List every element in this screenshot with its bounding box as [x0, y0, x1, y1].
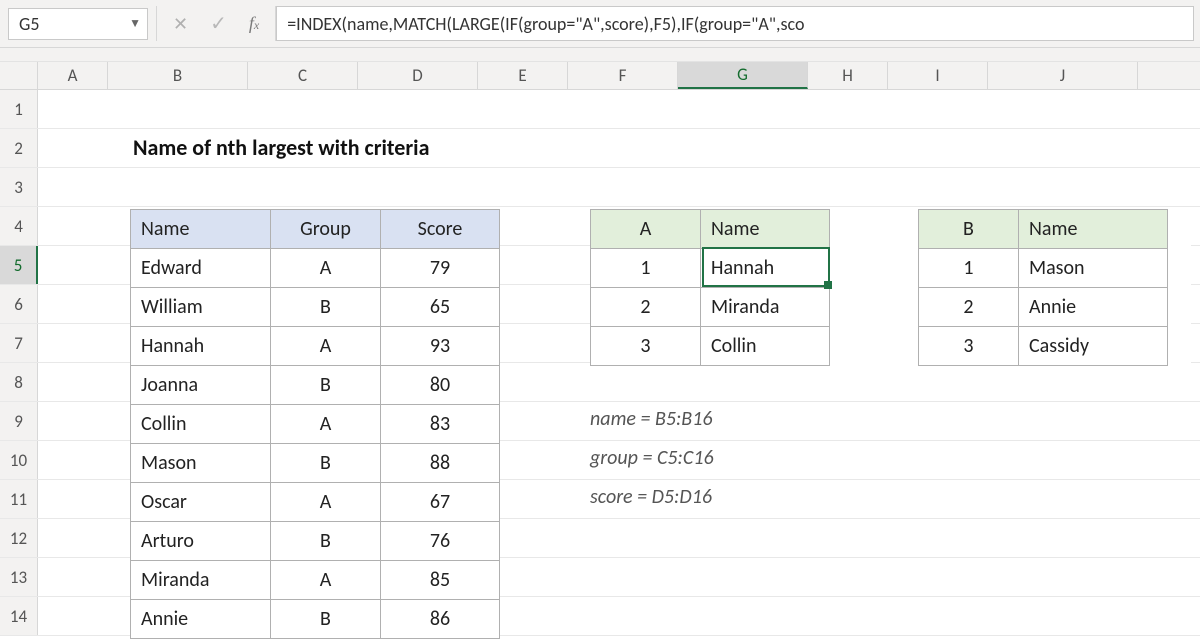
row-header[interactable]: 11 [0, 480, 38, 518]
table-row[interactable]: 3Cassidy [919, 326, 1167, 365]
table-row[interactable]: JoannaB80 [131, 365, 499, 404]
col-header-D[interactable]: D [358, 62, 478, 89]
table-row[interactable]: 3Collin [591, 326, 829, 365]
note-line: score = D5:D16 [590, 478, 714, 517]
col-header-G[interactable]: G [678, 62, 808, 89]
row-header[interactable]: 9 [0, 402, 38, 440]
table-row[interactable]: 2Miranda [591, 287, 829, 326]
th-group-a: A [591, 210, 701, 248]
row-header[interactable]: 3 [0, 168, 38, 206]
column-headers: A B C D E F G H I J [0, 62, 1200, 90]
table-row[interactable]: CollinA83 [131, 404, 499, 443]
row-header[interactable]: 2 [0, 129, 38, 167]
table-row[interactable]: EdwardA79 [131, 248, 499, 287]
th-name: Name [1019, 210, 1167, 248]
col-header-A[interactable]: A [38, 62, 108, 89]
row-header[interactable]: 5 [0, 246, 38, 284]
row-header[interactable]: 6 [0, 285, 38, 323]
name-box[interactable]: G5 ▼ [8, 8, 148, 40]
col-header-J[interactable]: J [988, 62, 1138, 89]
fx-icon[interactable]: fx [249, 13, 259, 34]
row-header[interactable]: 7 [0, 324, 38, 362]
formula-text: =INDEX(name,MATCH(LARGE(IF(group="A",sco… [287, 13, 804, 35]
col-header-C[interactable]: C [248, 62, 358, 89]
formula-bar: G5 ▼ ✕ ✓ fx =INDEX(name,MATCH(LARGE(IF(g… [0, 0, 1200, 48]
th-name: Name [131, 210, 271, 248]
formula-input[interactable]: =INDEX(name,MATCH(LARGE(IF(group="A",sco… [276, 6, 1194, 41]
named-range-notes: name = B5:B16 group = C5:C16 score = D5:… [590, 400, 714, 517]
row-header[interactable]: 4 [0, 207, 38, 245]
note-line: name = B5:B16 [590, 400, 714, 439]
note-line: group = C5:C16 [590, 439, 714, 478]
table-row[interactable]: MasonB88 [131, 443, 499, 482]
spreadsheet-grid[interactable]: A B C D E F G H I J 1 2 3 4 5 6 7 8 9 10… [0, 62, 1200, 636]
col-header-F[interactable]: F [568, 62, 678, 89]
col-header-I[interactable]: I [888, 62, 988, 89]
th-group: Group [271, 210, 381, 248]
select-all-corner[interactable] [0, 62, 38, 89]
table-header-row: A Name [591, 210, 829, 248]
th-score: Score [381, 210, 499, 248]
table-row[interactable]: 2Annie [919, 287, 1167, 326]
enter-icon[interactable]: ✓ [210, 11, 227, 36]
col-header-E[interactable]: E [478, 62, 568, 89]
table-row[interactable]: ArturoB76 [131, 521, 499, 560]
formula-tools: ✕ ✓ fx [157, 0, 275, 47]
table-row[interactable]: HannahA93 [131, 326, 499, 365]
table-header-row: B Name [919, 210, 1167, 248]
table-row[interactable]: 1Mason [919, 248, 1167, 287]
table-header-row: Name Group Score [131, 210, 499, 248]
result-table-b: B Name 1Mason 2Annie 3Cassidy [918, 209, 1168, 366]
name-box-value: G5 [19, 13, 39, 35]
result-table-a: A Name 1Hannah 2Miranda 3Collin [590, 209, 830, 366]
ribbon-strip [0, 48, 1200, 62]
table-row[interactable]: AnnieB86 [131, 599, 499, 638]
row-header[interactable]: 14 [0, 597, 38, 635]
th-name: Name [701, 210, 829, 248]
th-group-b: B [919, 210, 1019, 248]
row-header[interactable]: 10 [0, 441, 38, 479]
dropdown-icon[interactable]: ▼ [129, 16, 141, 31]
table-row[interactable]: WilliamB65 [131, 287, 499, 326]
table-row[interactable]: 1Hannah [591, 248, 829, 287]
row-header[interactable]: 13 [0, 558, 38, 596]
col-header-B[interactable]: B [108, 62, 248, 89]
cancel-icon[interactable]: ✕ [173, 13, 188, 35]
table-row[interactable]: OscarA67 [131, 482, 499, 521]
col-header-H[interactable]: H [808, 62, 888, 89]
row-header[interactable]: 12 [0, 519, 38, 557]
name-box-wrap: G5 ▼ [0, 0, 156, 47]
page-title: Name of nth largest with criteria [133, 134, 429, 161]
row-header[interactable]: 8 [0, 363, 38, 401]
data-table: Name Group Score EdwardA79 WilliamB65 Ha… [130, 209, 500, 639]
table-row[interactable]: MirandaA85 [131, 560, 499, 599]
row-header[interactable]: 1 [0, 90, 38, 128]
